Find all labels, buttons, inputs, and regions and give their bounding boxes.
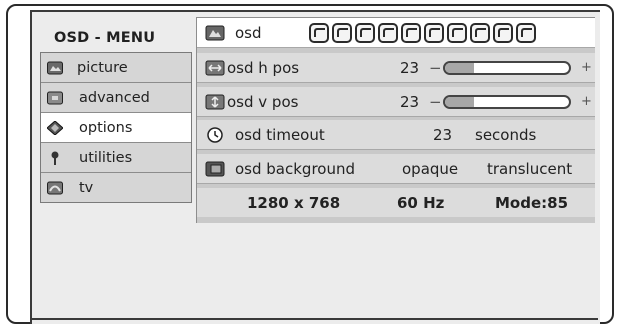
language-button[interactable] bbox=[332, 22, 352, 43]
v-pos-icon bbox=[205, 94, 225, 110]
menu-title: OSD - MENU bbox=[54, 30, 156, 46]
osd-v-pos-label: osd v pos bbox=[227, 92, 299, 111]
resolution-readout: 1280 x 768 bbox=[247, 194, 341, 212]
osd-v-pos-row[interactable]: osd v pos 23 − + bbox=[197, 87, 595, 117]
osd-h-pos-label: osd h pos bbox=[227, 58, 300, 77]
sidebar-item-label: picture bbox=[77, 59, 128, 76]
clock-icon bbox=[205, 126, 225, 143]
osd-icon bbox=[205, 25, 225, 41]
language-button[interactable] bbox=[309, 22, 329, 43]
sidebar-menu: picture advanced options utilities tv bbox=[40, 52, 192, 203]
sidebar-item-label: tv bbox=[79, 179, 94, 196]
language-button[interactable] bbox=[355, 22, 375, 43]
osd-h-pos-slider[interactable] bbox=[443, 61, 571, 75]
osd-label: osd bbox=[235, 23, 262, 42]
language-button[interactable] bbox=[516, 22, 536, 43]
h-pos-increase[interactable]: + bbox=[581, 60, 592, 75]
sidebar-item-advanced[interactable]: advanced bbox=[41, 82, 191, 112]
sidebar-item-utilities[interactable]: utilities bbox=[41, 142, 191, 172]
v-pos-decrease[interactable]: − bbox=[429, 93, 442, 111]
slider-fill bbox=[445, 63, 474, 73]
language-button[interactable] bbox=[447, 22, 467, 43]
options-icon bbox=[46, 119, 64, 136]
language-button[interactable] bbox=[378, 22, 398, 43]
osd-h-pos-row[interactable]: osd h pos 23 − + bbox=[197, 53, 595, 83]
screen-bottom-edge bbox=[30, 318, 598, 320]
osd-timeout-value: 23 bbox=[433, 125, 453, 144]
background-icon bbox=[205, 161, 225, 177]
osd-language-buttons bbox=[309, 22, 536, 43]
advanced-icon bbox=[47, 91, 63, 105]
sidebar-item-tv[interactable]: tv bbox=[41, 172, 191, 202]
language-button[interactable] bbox=[470, 22, 490, 43]
options-panel: osd osd h pos 23 − + osd v pos 23 − + os… bbox=[196, 17, 595, 223]
sidebar-item-label: utilities bbox=[79, 149, 133, 166]
display-status-bar: 1280 x 768 60 Hz Mode:85 bbox=[197, 188, 595, 217]
language-button[interactable] bbox=[493, 22, 513, 43]
osd-v-pos-value: 23 bbox=[400, 92, 420, 111]
osd-timeout-unit: seconds bbox=[475, 125, 537, 144]
osd-h-pos-value: 23 bbox=[400, 58, 420, 77]
osd-v-pos-slider[interactable] bbox=[443, 95, 571, 109]
frequency-readout: 60 Hz bbox=[397, 194, 445, 212]
osd-timeout-label: osd timeout bbox=[235, 125, 325, 144]
osd-language-row: osd bbox=[197, 18, 595, 48]
background-option-opaque[interactable]: opaque bbox=[402, 160, 458, 178]
sidebar-item-picture[interactable]: picture bbox=[41, 53, 191, 82]
utilities-icon bbox=[47, 151, 63, 165]
sidebar-item-label: advanced bbox=[79, 89, 150, 106]
tv-icon bbox=[47, 181, 63, 195]
osd-sidebar: OSD - MENU picture advanced options util… bbox=[40, 24, 192, 203]
sidebar-item-options[interactable]: options bbox=[41, 112, 191, 142]
osd-timeout-row[interactable]: osd timeout 23 seconds bbox=[197, 120, 595, 150]
osd-background-row[interactable]: osd background opaque translucent bbox=[197, 154, 595, 184]
language-button[interactable] bbox=[424, 22, 444, 43]
h-pos-icon bbox=[205, 60, 225, 76]
picture-icon bbox=[47, 61, 63, 75]
h-pos-decrease[interactable]: − bbox=[429, 59, 442, 77]
slider-fill bbox=[445, 97, 474, 107]
mode-readout: Mode:85 bbox=[495, 194, 569, 212]
osd-background-label: osd background bbox=[235, 159, 355, 178]
sidebar-item-label: options bbox=[79, 119, 133, 136]
background-option-translucent[interactable]: translucent bbox=[487, 160, 572, 178]
language-button[interactable] bbox=[401, 22, 421, 43]
v-pos-increase[interactable]: + bbox=[581, 94, 592, 109]
